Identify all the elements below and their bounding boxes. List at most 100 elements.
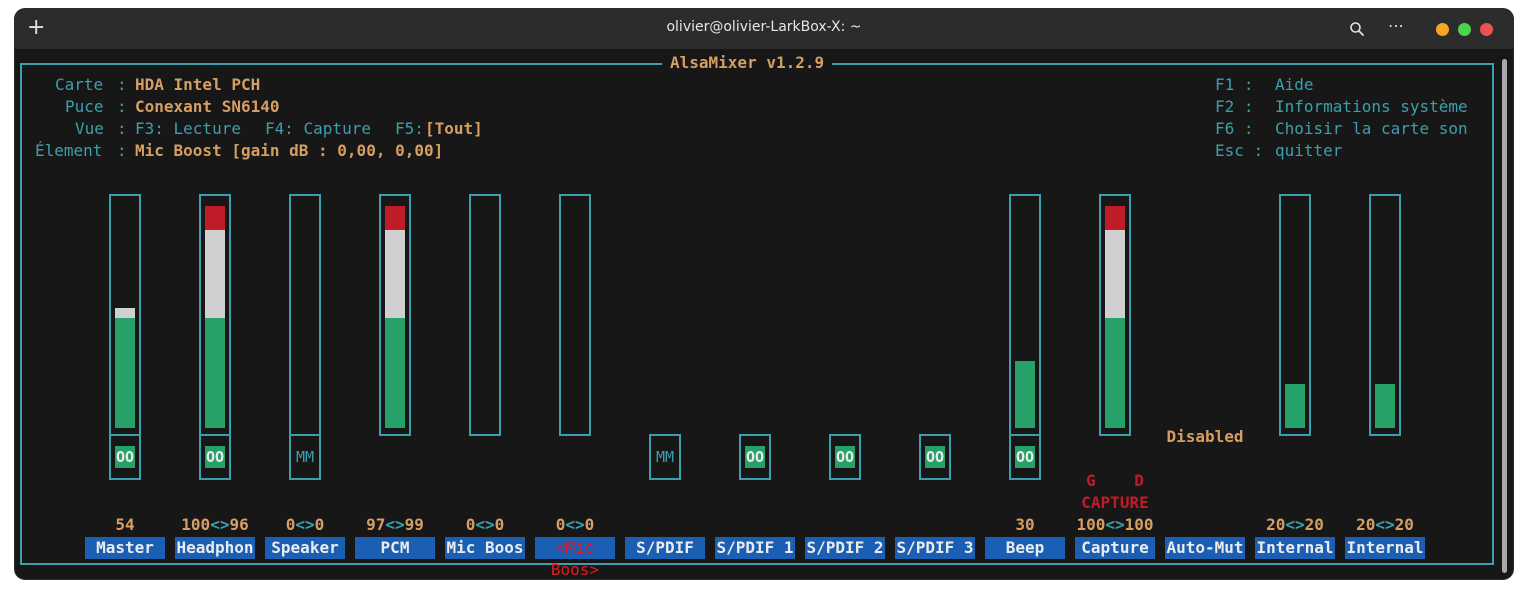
value-left: 0 — [285, 515, 296, 534]
channel-label[interactable]: Internal — [1255, 537, 1335, 559]
level-bar-red — [205, 206, 225, 230]
card-label: Carte — [55, 75, 104, 94]
volume-gauge[interactable] — [379, 194, 411, 436]
mute-toggle[interactable]: MM — [289, 434, 321, 480]
mute-toggle[interactable]: OO — [199, 434, 231, 480]
mute-toggle[interactable]: OO — [919, 434, 951, 480]
volume-gauge[interactable] — [1099, 194, 1131, 436]
channel-label[interactable]: Speaker — [265, 537, 345, 559]
channel-label[interactable]: S/PDIF 1 — [715, 537, 795, 559]
mute-state: OO — [205, 446, 225, 468]
channel-label[interactable]: Headphon — [175, 537, 255, 559]
volume-gauge[interactable] — [469, 194, 501, 436]
level-bar-green — [385, 318, 405, 428]
terminal-window: + olivier@olivier-LarkBox-X: ~ ⋯ AlsaMix… — [15, 9, 1513, 579]
channel-label[interactable]: Auto-Mut — [1165, 537, 1245, 559]
value-left: 20 — [1266, 515, 1286, 534]
volume-gauge[interactable] — [1369, 194, 1401, 436]
close-button[interactable] — [1480, 23, 1493, 36]
value-separator: <> — [565, 515, 585, 534]
channel-label[interactable]: Internal — [1345, 537, 1425, 559]
scrollbar[interactable] — [1502, 59, 1507, 573]
app-title: AlsaMixer v1.2.9 — [662, 53, 833, 72]
help-f6-key: F6 : — [1215, 119, 1254, 138]
channel-label[interactable]: S/PDIF — [625, 537, 705, 559]
level-bar-red — [385, 206, 405, 230]
value-left: 0 — [465, 515, 476, 534]
maximize-button[interactable] — [1458, 23, 1471, 36]
minimize-button[interactable] — [1436, 23, 1449, 36]
value-left: 100 — [181, 515, 211, 534]
value-right: 0 — [494, 515, 505, 534]
view-f5-key: F5: — [395, 119, 424, 138]
mute-state: MM — [295, 448, 315, 466]
help-f2-value: Informations système — [1275, 97, 1468, 116]
value-right: 0 — [314, 515, 325, 534]
view-f5-value: [Tout] — [425, 119, 483, 138]
level-bar-green — [1105, 318, 1125, 428]
volume-gauge[interactable] — [559, 194, 591, 436]
value-right: 20 — [1304, 515, 1324, 534]
mute-toggle[interactable]: OO — [739, 434, 771, 480]
mute-state: OO — [835, 446, 855, 468]
volume-gauge[interactable] — [1279, 194, 1311, 436]
value-separator: <> — [1105, 515, 1125, 534]
separator: : — [117, 119, 127, 138]
channel-value: 97<>99 — [350, 515, 440, 535]
value-separator: <> — [210, 515, 230, 534]
mute-state: OO — [745, 446, 765, 468]
channel-value: 20<>20 — [1340, 515, 1430, 535]
channel-label[interactable]: Capture — [1075, 537, 1155, 559]
help-f2-key: F2 : — [1215, 97, 1254, 116]
level-bar-green — [205, 318, 225, 428]
terminal-content[interactable]: AlsaMixer v1.2.9 Carte : HDA Intel PCH P… — [15, 49, 1513, 579]
value-separator: <> — [295, 515, 315, 534]
level-bar-green — [1015, 361, 1035, 428]
volume-gauge[interactable] — [109, 194, 141, 436]
volume-gauge[interactable] — [289, 194, 321, 436]
help-f6-value: Choisir la carte son — [1275, 119, 1468, 138]
level-bar-green — [115, 318, 135, 428]
value-separator: <> — [1375, 515, 1395, 534]
capture-label: CAPTURE — [1081, 493, 1149, 512]
channel-label[interactable]: PCM — [355, 537, 435, 559]
mute-toggle[interactable]: OO — [109, 434, 141, 480]
help-esc-key: Esc : — [1215, 141, 1264, 160]
value-right: 96 — [229, 515, 249, 534]
volume-gauge[interactable] — [199, 194, 231, 436]
channel-label[interactable]: S/PDIF 3 — [895, 537, 975, 559]
channel-label[interactable]: <Mic Boos> — [535, 537, 615, 579]
mute-toggle[interactable]: OO — [829, 434, 861, 480]
level-bar-green — [1285, 384, 1305, 428]
mute-state: OO — [115, 446, 135, 468]
title-bar: + olivier@olivier-LarkBox-X: ~ ⋯ — [15, 9, 1513, 49]
channel-label[interactable]: S/PDIF 2 — [805, 537, 885, 559]
channel-label[interactable]: Mic Boos — [445, 537, 525, 559]
menu-icon[interactable]: ⋯ — [1388, 16, 1405, 35]
separator: : — [117, 141, 127, 160]
channel-label[interactable]: Beep — [985, 537, 1065, 559]
enum-value: Disabled — [1166, 427, 1244, 446]
separator: : — [117, 75, 127, 94]
value-left: 20 — [1356, 515, 1376, 534]
level-bar-green — [1375, 384, 1395, 428]
channel-value: 0<>0 — [440, 515, 530, 535]
channel-label[interactable]: Master — [85, 537, 165, 559]
value-separator: <> — [385, 515, 405, 534]
mute-toggle[interactable]: MM — [649, 434, 681, 480]
search-icon[interactable] — [1349, 21, 1365, 37]
element-label: Élement — [35, 141, 103, 160]
window-title: olivier@olivier-LarkBox-X: ~ — [666, 19, 862, 35]
value-right: 100 — [1124, 515, 1154, 534]
capture-right: D — [1134, 471, 1144, 490]
channel-value: 100<>100 — [1070, 515, 1160, 535]
channel-value: 20<>20 — [1250, 515, 1340, 535]
value-right: 0 — [584, 515, 595, 534]
channel-value: 30 — [1015, 515, 1035, 534]
channel-value: 100<>96 — [170, 515, 260, 535]
help-f1-value: Aide — [1275, 75, 1314, 94]
volume-gauge[interactable] — [1009, 194, 1041, 436]
alsamixer-frame — [20, 63, 1494, 565]
mute-toggle[interactable]: OO — [1009, 434, 1041, 480]
value-left: 100 — [1076, 515, 1106, 534]
